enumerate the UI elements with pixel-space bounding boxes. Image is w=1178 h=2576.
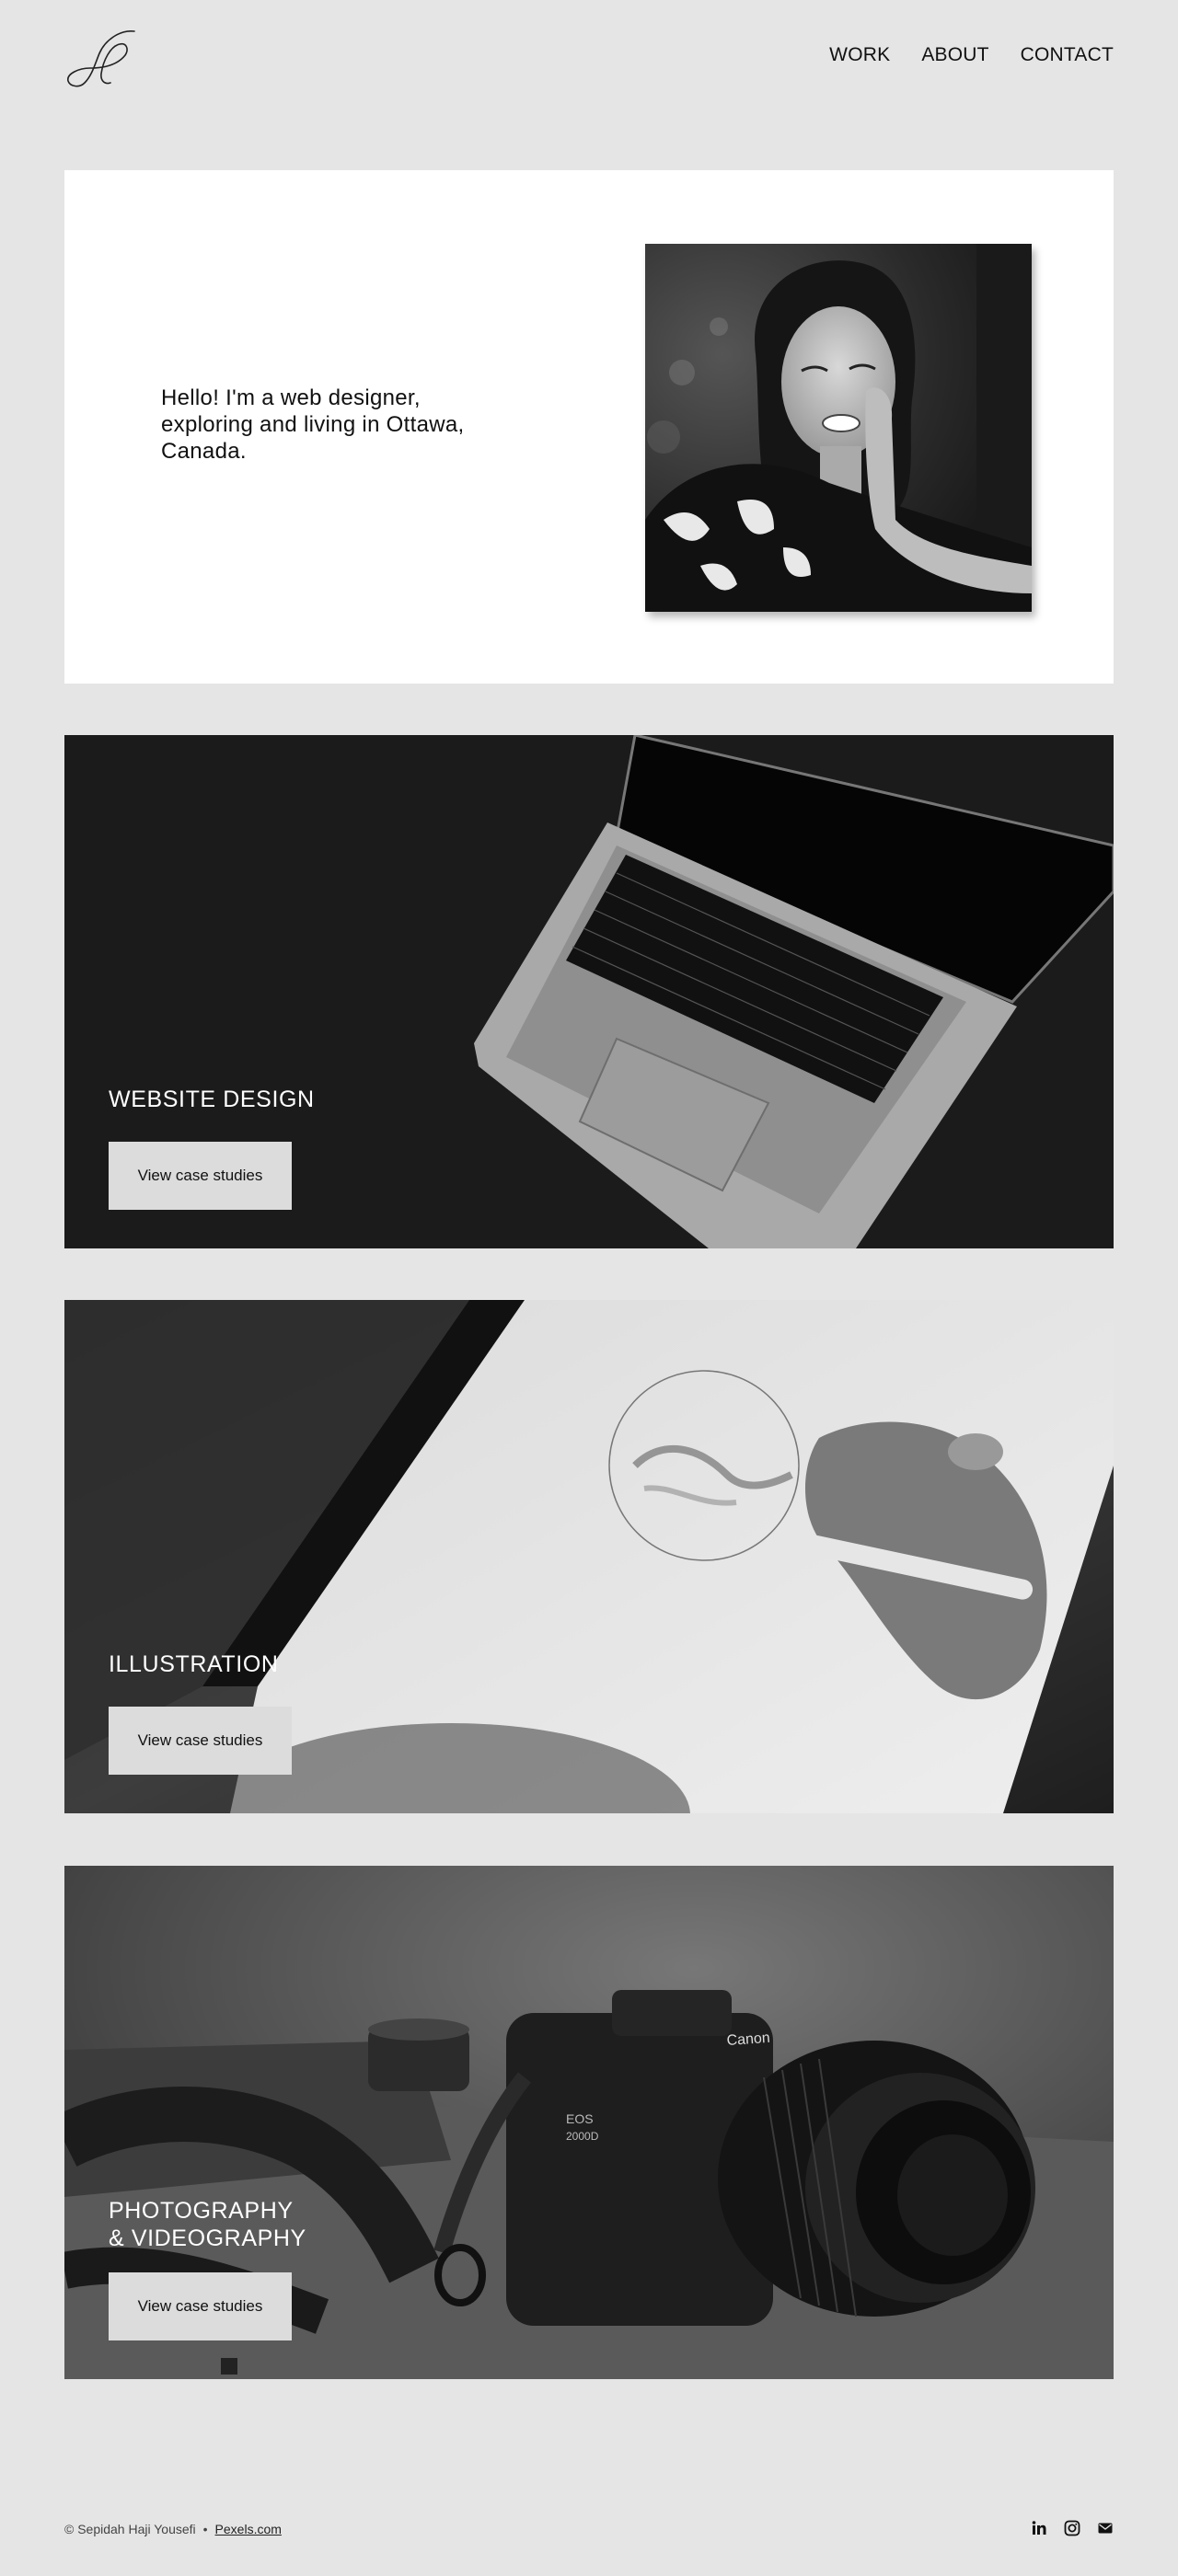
intro-text: Hello! I'm a web designer, exploring and… [161, 385, 465, 464]
nav-about-link[interactable]: ABOUT [921, 44, 988, 66]
linkedin-icon[interactable] [1031, 2520, 1047, 2536]
view-case-studies-button[interactable]: View case studies [109, 1142, 292, 1210]
nav-work-link[interactable]: WORK [829, 44, 890, 66]
intro-card: Hello! I'm a web designer, exploring and… [64, 170, 1114, 684]
signature-logo-icon[interactable] [64, 28, 142, 88]
svg-text:Canon: Canon [726, 2030, 770, 2049]
footer-credits: © Sepidah Haji Yousefi • Pexels.com [64, 2522, 282, 2536]
card-title: ILLUSTRATION [109, 1651, 279, 1677]
view-case-studies-button[interactable]: View case studies [109, 1707, 292, 1775]
card-title-line-1: PHOTOGRAPHY [109, 2198, 294, 2224]
illustration-card[interactable]: ILLUSTRATION View case studies [64, 1300, 1114, 1813]
copyright-text: © Sepidah Haji Yousefi [64, 2522, 196, 2536]
pexels-link[interactable]: Pexels.com [215, 2522, 282, 2536]
photography-card[interactable]: Canon EOS 2000D PHOTOGRAPHY & VIDEOGRAPH… [64, 1866, 1114, 2379]
email-icon[interactable] [1097, 2520, 1114, 2536]
website-design-card[interactable]: WEBSITE DESIGN View case studies [64, 735, 1114, 1248]
footer-separator: • [202, 2522, 208, 2536]
social-links [1031, 2520, 1114, 2536]
svg-text:2000D: 2000D [566, 2130, 599, 2143]
card-title: WEBSITE DESIGN [109, 1087, 315, 1112]
nav-contact-link[interactable]: CONTACT [1021, 44, 1114, 66]
svg-text:EOS: EOS [566, 2111, 594, 2126]
card-title: PHOTOGRAPHY & VIDEOGRAPHY [109, 2197, 306, 2252]
site-footer: © Sepidah Haji Yousefi • Pexels.com [64, 2516, 1114, 2544]
portrait-photo [645, 244, 1032, 612]
view-case-studies-button[interactable]: View case studies [109, 2272, 292, 2340]
instagram-icon[interactable] [1064, 2520, 1080, 2536]
card-title-line-2: & VIDEOGRAPHY [109, 2225, 306, 2251]
main-nav: WORK ABOUT CONTACT [829, 44, 1114, 66]
site-header: WORK ABOUT CONTACT [0, 0, 1178, 120]
